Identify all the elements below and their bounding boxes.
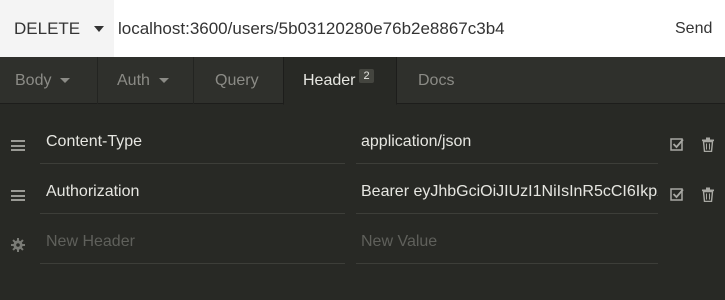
tab-auth-label: Auth bbox=[117, 71, 150, 89]
header-value-field[interactable]: application/json bbox=[356, 120, 658, 164]
new-header-name-input[interactable]: New Header bbox=[40, 220, 345, 264]
tab-query-label: Query bbox=[215, 71, 259, 89]
method-label: DELETE bbox=[14, 18, 81, 38]
send-button[interactable]: Send bbox=[663, 0, 725, 57]
url-input[interactable] bbox=[114, 0, 663, 57]
checkbox-checked-icon[interactable] bbox=[670, 137, 684, 151]
header-name-field[interactable]: Content-Type bbox=[40, 120, 345, 164]
method-dropdown[interactable]: DELETE bbox=[0, 0, 114, 57]
tab-header[interactable]: Header 2 bbox=[283, 57, 397, 105]
gear-icon[interactable] bbox=[11, 238, 25, 252]
tab-docs-label: Docs bbox=[418, 71, 455, 89]
chevron-down-icon bbox=[158, 78, 169, 83]
header-list: Content-Type application/json Authorizat… bbox=[0, 120, 725, 270]
request-tabs: Body Auth Query Header 2 Docs bbox=[0, 57, 725, 105]
header-row: Authorization Bearer eyJhbGciOiJIUzI1NiI… bbox=[0, 170, 725, 220]
tab-body[interactable]: Body bbox=[0, 57, 98, 104]
checkbox-checked-icon[interactable] bbox=[670, 187, 684, 201]
url-bar: DELETE Send bbox=[0, 0, 725, 57]
new-header-row: New Header New Value bbox=[0, 220, 725, 270]
header-name-field[interactable]: Authorization bbox=[40, 170, 345, 214]
header-value-field[interactable]: Bearer eyJhbGciOiJIUzI1NiIsInR5cCI6IkpXV… bbox=[356, 170, 658, 214]
header-count-badge: 2 bbox=[359, 68, 374, 83]
tab-docs[interactable]: Docs bbox=[397, 57, 477, 104]
tab-body-label: Body bbox=[15, 71, 52, 89]
new-header-value-input[interactable]: New Value bbox=[356, 220, 658, 264]
drag-handle-icon[interactable] bbox=[11, 140, 25, 151]
header-row: Content-Type application/json bbox=[0, 120, 725, 170]
tab-query[interactable]: Query bbox=[194, 57, 283, 104]
drag-handle-icon[interactable] bbox=[11, 190, 25, 201]
tab-auth[interactable]: Auth bbox=[98, 57, 194, 104]
tab-header-label: Header bbox=[303, 71, 356, 89]
trash-icon[interactable] bbox=[701, 137, 715, 152]
chevron-down-icon bbox=[94, 25, 105, 32]
trash-icon[interactable] bbox=[701, 187, 715, 202]
chevron-down-icon bbox=[60, 78, 71, 83]
